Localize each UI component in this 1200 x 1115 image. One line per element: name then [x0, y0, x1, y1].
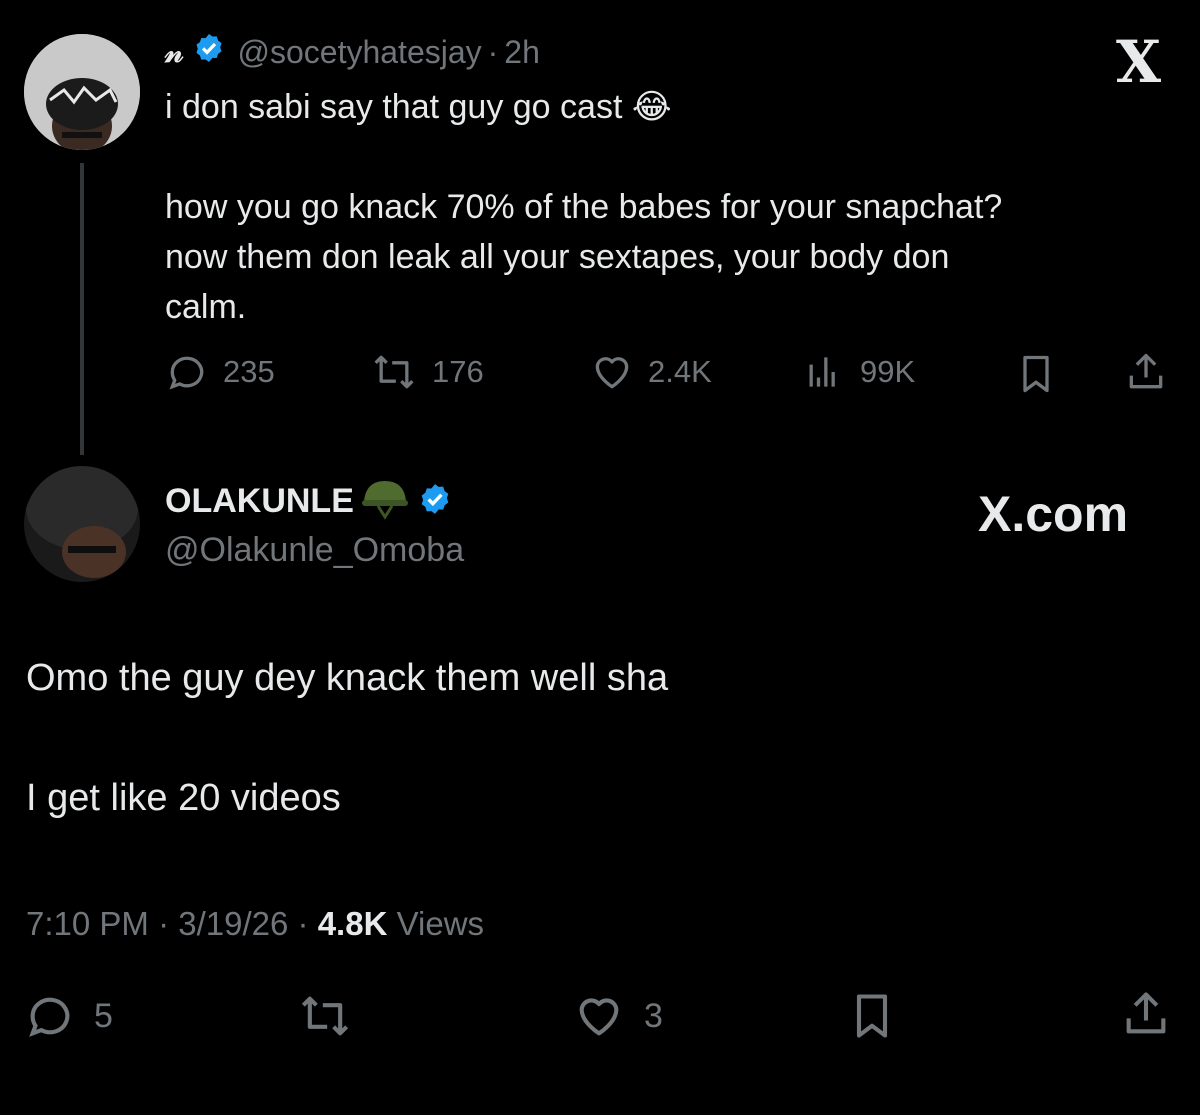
tweet-text-line: how you go knack 70% of the babes for yo…: [165, 188, 1003, 226]
helmet-emoji-icon: [358, 477, 412, 526]
author-name[interactable]: 𝓃: [165, 35, 183, 70]
avatar[interactable]: [24, 466, 140, 582]
x-com-logo: X.com: [978, 486, 1129, 542]
views-label: Views: [396, 905, 485, 942]
retweet-count: 176: [432, 354, 484, 389]
retweet-button[interactable]: 176: [370, 350, 484, 394]
views-chart-icon: [809, 357, 835, 387]
share-icon: [1129, 353, 1163, 389]
verified-badge-icon: [418, 482, 452, 521]
share-button[interactable]: [1124, 350, 1168, 399]
author-name[interactable]: OLAKUNLE: [165, 482, 354, 521]
reply-button[interactable]: 235: [165, 350, 275, 394]
heart-icon: [579, 998, 619, 1036]
tweet-time[interactable]: 7:10 PM: [26, 905, 149, 942]
avatar-photo: [24, 34, 140, 150]
avatar[interactable]: [24, 34, 140, 150]
tweet-text-line: I get like 20 videos: [26, 777, 341, 819]
reply-icon: [169, 356, 204, 390]
tweet-date[interactable]: 3/19/26: [178, 905, 288, 942]
like-button[interactable]: 3: [572, 990, 663, 1042]
dot-separator: ·: [487, 33, 499, 70]
tweet-meta: 7:10 PM · 3/19/26 · 4.8K Views: [26, 902, 484, 946]
reply-tweet-text: Omo the guy dey knack them well sha I ge…: [26, 652, 668, 824]
avatar-photo: [24, 466, 140, 582]
share-button[interactable]: [1120, 988, 1172, 1040]
tears-of-joy-emoji: 😂: [631, 88, 672, 126]
retweet-icon: [374, 355, 414, 389]
heart-icon: [595, 357, 629, 389]
like-count: 3: [644, 996, 663, 1035]
reply-icon: [29, 997, 70, 1037]
retweet-button[interactable]: [296, 990, 354, 1042]
views-count: 99K: [860, 354, 916, 389]
parent-tweet-text: i don sabi say that guy go cast 😂 how yo…: [165, 82, 1175, 332]
reply-count: 5: [94, 996, 113, 1035]
bookmark-icon: [1023, 355, 1049, 393]
tweet-text-line: Omo the guy dey knack them well sha: [26, 657, 669, 699]
views-button[interactable]: 99K: [802, 350, 915, 394]
verified-badge-icon: [193, 32, 225, 72]
tweet-time[interactable]: 2h: [504, 34, 540, 71]
bookmark-button[interactable]: [846, 990, 898, 1042]
tweet-text-line: now them don leak all your sextapes, you…: [165, 238, 950, 276]
views-count: 4.8K: [317, 905, 388, 942]
reply-button[interactable]: 5: [24, 990, 113, 1042]
tweet-text-line: i don sabi say that guy go cast: [165, 88, 623, 126]
thread-line: [80, 163, 84, 455]
author-handle[interactable]: @socetyhatesjay: [237, 34, 481, 71]
dot-separator: ·: [158, 905, 179, 942]
parent-tweet-header: 𝓃 @socetyhatesjay · 2h: [165, 30, 540, 74]
reply-author-name-row: OLAKUNLE: [165, 478, 452, 524]
retweet-icon: [301, 996, 349, 1036]
bookmark-icon: [856, 994, 888, 1038]
bookmark-button[interactable]: [1014, 352, 1058, 401]
tweet-text-line: calm.: [165, 288, 247, 326]
dot-separator: ·: [297, 905, 318, 942]
like-count: 2.4K: [648, 354, 712, 389]
reply-count: 235: [223, 354, 275, 389]
share-icon: [1126, 992, 1166, 1034]
author-handle[interactable]: @Olakunle_Omoba: [165, 527, 464, 573]
like-button[interactable]: 2.4K: [590, 350, 712, 394]
